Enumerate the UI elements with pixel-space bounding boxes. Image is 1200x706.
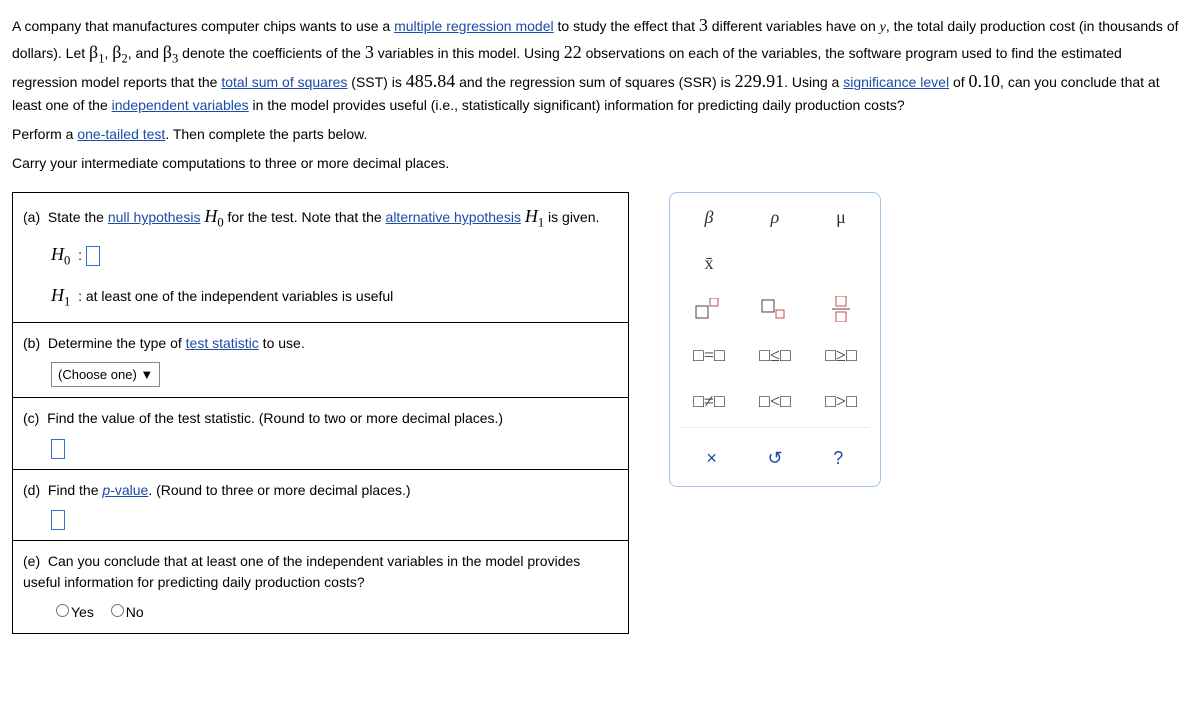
link-total-sum-squares[interactable]: total sum of squares	[221, 74, 347, 90]
palette-le[interactable]: □≤□	[751, 343, 799, 367]
link-null-hypothesis[interactable]: null hypothesis	[108, 209, 201, 225]
palette-eq[interactable]: □=□	[685, 343, 733, 367]
test-statistic-select[interactable]: (Choose one) ▼	[51, 362, 160, 388]
link-independent-variables[interactable]: independent variables	[112, 97, 249, 113]
palette-fraction[interactable]	[817, 297, 865, 321]
palette-superscript[interactable]	[685, 297, 733, 321]
radio-yes[interactable]: Yes	[51, 604, 94, 620]
p-value-input[interactable]	[51, 510, 65, 530]
problem-paragraph-2: Perform a one-tailed test. Then complete…	[12, 124, 1188, 145]
link-p-value[interactable]: p-value	[102, 482, 148, 498]
palette-rho[interactable]: ρ	[751, 205, 799, 229]
test-statistic-input[interactable]	[51, 439, 65, 459]
part-a: (a) State the null hypothesis H0 for the…	[13, 193, 628, 321]
palette-clear-button[interactable]: ×	[692, 442, 732, 474]
palette-ge[interactable]: □≥□	[817, 343, 865, 367]
palette-xbar[interactable]: x̄	[685, 251, 733, 275]
problem-paragraph-1: A company that manufactures computer chi…	[12, 12, 1188, 116]
part-b-label: (b)	[23, 335, 40, 351]
link-significance-level[interactable]: significance level	[843, 74, 949, 90]
part-b: (b) Determine the type of test statistic…	[13, 322, 628, 398]
palette-mu[interactable]: μ	[817, 205, 865, 229]
palette-help-button[interactable]: ?	[818, 442, 858, 474]
palette-gt[interactable]: □>□	[817, 389, 865, 413]
radio-no[interactable]: No	[106, 604, 144, 620]
part-e: (e) Can you conclude that at least one o…	[13, 540, 628, 633]
link-multiple-regression[interactable]: multiple regression model	[394, 18, 554, 34]
palette-beta[interactable]: β	[685, 205, 733, 229]
question-box: (a) State the null hypothesis H0 for the…	[12, 192, 629, 634]
part-e-label: (e)	[23, 553, 40, 569]
palette-reset-button[interactable]: ↺	[755, 442, 795, 474]
part-d-label: (d)	[23, 482, 40, 498]
palette-ne[interactable]: □≠□	[685, 389, 733, 413]
part-c-label: (c)	[23, 410, 39, 426]
h0-input[interactable]	[86, 246, 100, 266]
link-alt-hypothesis[interactable]: alternative hypothesis	[386, 209, 521, 225]
part-d: (d) Find the p-value. (Round to three or…	[13, 469, 628, 540]
palette-lt[interactable]: □<□	[751, 389, 799, 413]
h1-text: at least one of the independent variable…	[86, 288, 393, 304]
problem-paragraph-3: Carry your intermediate computations to …	[12, 153, 1188, 174]
part-c: (c) Find the value of the test statistic…	[13, 397, 628, 468]
part-a-label: (a)	[23, 209, 40, 225]
link-test-statistic[interactable]: test statistic	[186, 335, 259, 351]
palette-subscript[interactable]	[751, 297, 799, 321]
link-one-tailed-test[interactable]: one-tailed test	[77, 126, 165, 142]
symbol-palette: β ρ μ x̄ □=□ □≤□ □≥□ □≠□ □<□ □>□ × ↺	[669, 192, 881, 487]
